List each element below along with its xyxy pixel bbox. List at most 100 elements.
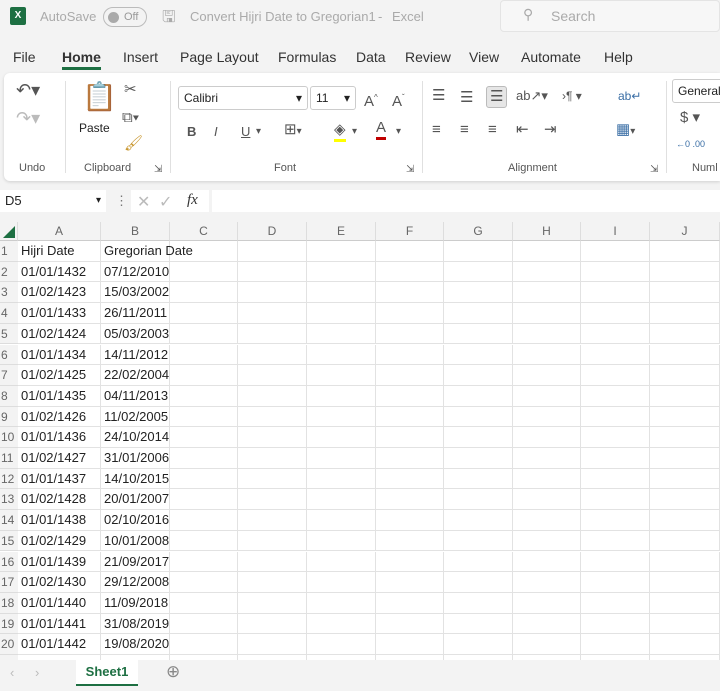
row-header[interactable]: 12 bbox=[0, 468, 18, 490]
column-header[interactable]: H bbox=[513, 222, 581, 241]
cell[interactable]: 21/09/2017 bbox=[101, 551, 170, 573]
cell[interactable] bbox=[581, 303, 650, 324]
cell[interactable] bbox=[376, 303, 444, 324]
align-middle-icon[interactable]: ☰ bbox=[460, 89, 473, 107]
cell[interactable] bbox=[170, 510, 238, 531]
cell[interactable] bbox=[650, 592, 720, 614]
cell[interactable] bbox=[307, 572, 376, 593]
cell[interactable] bbox=[170, 613, 238, 635]
currency-icon[interactable]: $ ▾ bbox=[680, 109, 700, 127]
cell[interactable]: 26/11/2011 bbox=[101, 303, 170, 324]
cell[interactable] bbox=[307, 468, 376, 490]
cell[interactable] bbox=[307, 427, 376, 448]
dialog-launcher-icon[interactable]: ⇲ bbox=[650, 161, 658, 179]
cell[interactable] bbox=[170, 530, 238, 552]
enter-icon[interactable]: ✓ bbox=[159, 192, 172, 212]
cell[interactable]: Hijri Date bbox=[18, 241, 101, 262]
row-header[interactable]: 16 bbox=[0, 551, 18, 573]
cell[interactable]: 01/01/1432 bbox=[18, 261, 101, 283]
increase-indent-icon[interactable]: ⇥ bbox=[544, 121, 557, 139]
fill-color-icon[interactable]: ◈ bbox=[334, 121, 346, 142]
cell[interactable] bbox=[650, 634, 720, 655]
align-right-icon[interactable]: ≡ bbox=[488, 121, 497, 139]
row-header[interactable]: 18 bbox=[0, 592, 18, 614]
italic-button[interactable]: I bbox=[214, 123, 218, 141]
cell[interactable]: 14/11/2012 bbox=[101, 344, 170, 366]
column-header[interactable]: C bbox=[170, 222, 238, 241]
cell[interactable] bbox=[650, 510, 720, 531]
column-header[interactable]: I bbox=[581, 222, 650, 241]
cell[interactable] bbox=[513, 634, 581, 655]
row-header[interactable]: 13 bbox=[0, 489, 18, 511]
cell[interactable] bbox=[376, 530, 444, 552]
cell[interactable] bbox=[376, 613, 444, 635]
cell[interactable] bbox=[307, 634, 376, 655]
cell[interactable] bbox=[376, 634, 444, 655]
bold-button[interactable]: B bbox=[187, 123, 196, 141]
cell[interactable] bbox=[650, 427, 720, 448]
more-icon[interactable]: ⋮ bbox=[115, 193, 128, 209]
column-header[interactable]: J bbox=[650, 222, 720, 241]
cell[interactable] bbox=[238, 468, 307, 490]
cell[interactable] bbox=[581, 323, 650, 345]
underline-dropdown-icon[interactable]: ▾ bbox=[256, 123, 261, 141]
cell[interactable] bbox=[444, 406, 513, 428]
cell[interactable] bbox=[307, 365, 376, 386]
cell[interactable] bbox=[376, 241, 444, 262]
cell[interactable] bbox=[238, 323, 307, 345]
cell[interactable] bbox=[581, 261, 650, 283]
cell[interactable] bbox=[444, 530, 513, 552]
cell[interactable] bbox=[513, 303, 581, 324]
cell[interactable] bbox=[238, 530, 307, 552]
cell[interactable]: 01/01/1440 bbox=[18, 592, 101, 614]
cell[interactable] bbox=[376, 427, 444, 448]
cell[interactable] bbox=[650, 530, 720, 552]
sheet-tab[interactable]: Sheet1 bbox=[76, 660, 138, 686]
tab-review[interactable]: Review bbox=[405, 49, 451, 65]
cell[interactable]: 01/02/1424 bbox=[18, 323, 101, 345]
cell[interactable] bbox=[170, 427, 238, 448]
undo-icon[interactable]: ↶▾ bbox=[16, 81, 40, 99]
cell[interactable] bbox=[376, 344, 444, 366]
cell[interactable] bbox=[581, 592, 650, 614]
cell[interactable] bbox=[238, 303, 307, 324]
cell[interactable] bbox=[581, 282, 650, 304]
cell[interactable] bbox=[376, 572, 444, 593]
cell[interactable] bbox=[444, 303, 513, 324]
row-header[interactable]: 10 bbox=[0, 427, 18, 448]
row-header[interactable]: 1 bbox=[0, 241, 18, 262]
cell[interactable] bbox=[376, 468, 444, 490]
cell[interactable]: 01/01/1437 bbox=[18, 468, 101, 490]
cell[interactable] bbox=[238, 365, 307, 386]
cell[interactable]: 01/02/1426 bbox=[18, 406, 101, 428]
dialog-launcher-icon[interactable]: ⇲ bbox=[406, 161, 414, 179]
cell[interactable]: 15/03/2002 bbox=[101, 282, 170, 304]
row-header[interactable]: 11 bbox=[0, 448, 18, 469]
cell[interactable]: 19/08/2020 bbox=[101, 634, 170, 655]
cell[interactable] bbox=[444, 282, 513, 304]
formula-input[interactable] bbox=[212, 190, 720, 212]
row-header[interactable]: 14 bbox=[0, 510, 18, 531]
cell[interactable] bbox=[170, 261, 238, 283]
cell[interactable] bbox=[650, 613, 720, 635]
cell[interactable] bbox=[444, 613, 513, 635]
cell[interactable] bbox=[307, 385, 376, 407]
cell[interactable]: 01/02/1430 bbox=[18, 572, 101, 593]
cell[interactable] bbox=[650, 385, 720, 407]
cell[interactable] bbox=[513, 323, 581, 345]
cell[interactable] bbox=[650, 468, 720, 490]
add-sheet-icon[interactable]: ⊕ bbox=[166, 662, 180, 682]
cell[interactable] bbox=[581, 572, 650, 593]
cell[interactable] bbox=[307, 613, 376, 635]
cell[interactable] bbox=[444, 592, 513, 614]
cell[interactable] bbox=[581, 427, 650, 448]
cell[interactable] bbox=[238, 406, 307, 428]
cell[interactable] bbox=[170, 551, 238, 573]
cell[interactable] bbox=[307, 282, 376, 304]
cell[interactable]: 24/10/2014 bbox=[101, 427, 170, 448]
cell[interactable] bbox=[170, 241, 238, 262]
cell[interactable] bbox=[581, 241, 650, 262]
cell[interactable] bbox=[307, 592, 376, 614]
cell[interactable] bbox=[444, 365, 513, 386]
cell[interactable] bbox=[513, 510, 581, 531]
